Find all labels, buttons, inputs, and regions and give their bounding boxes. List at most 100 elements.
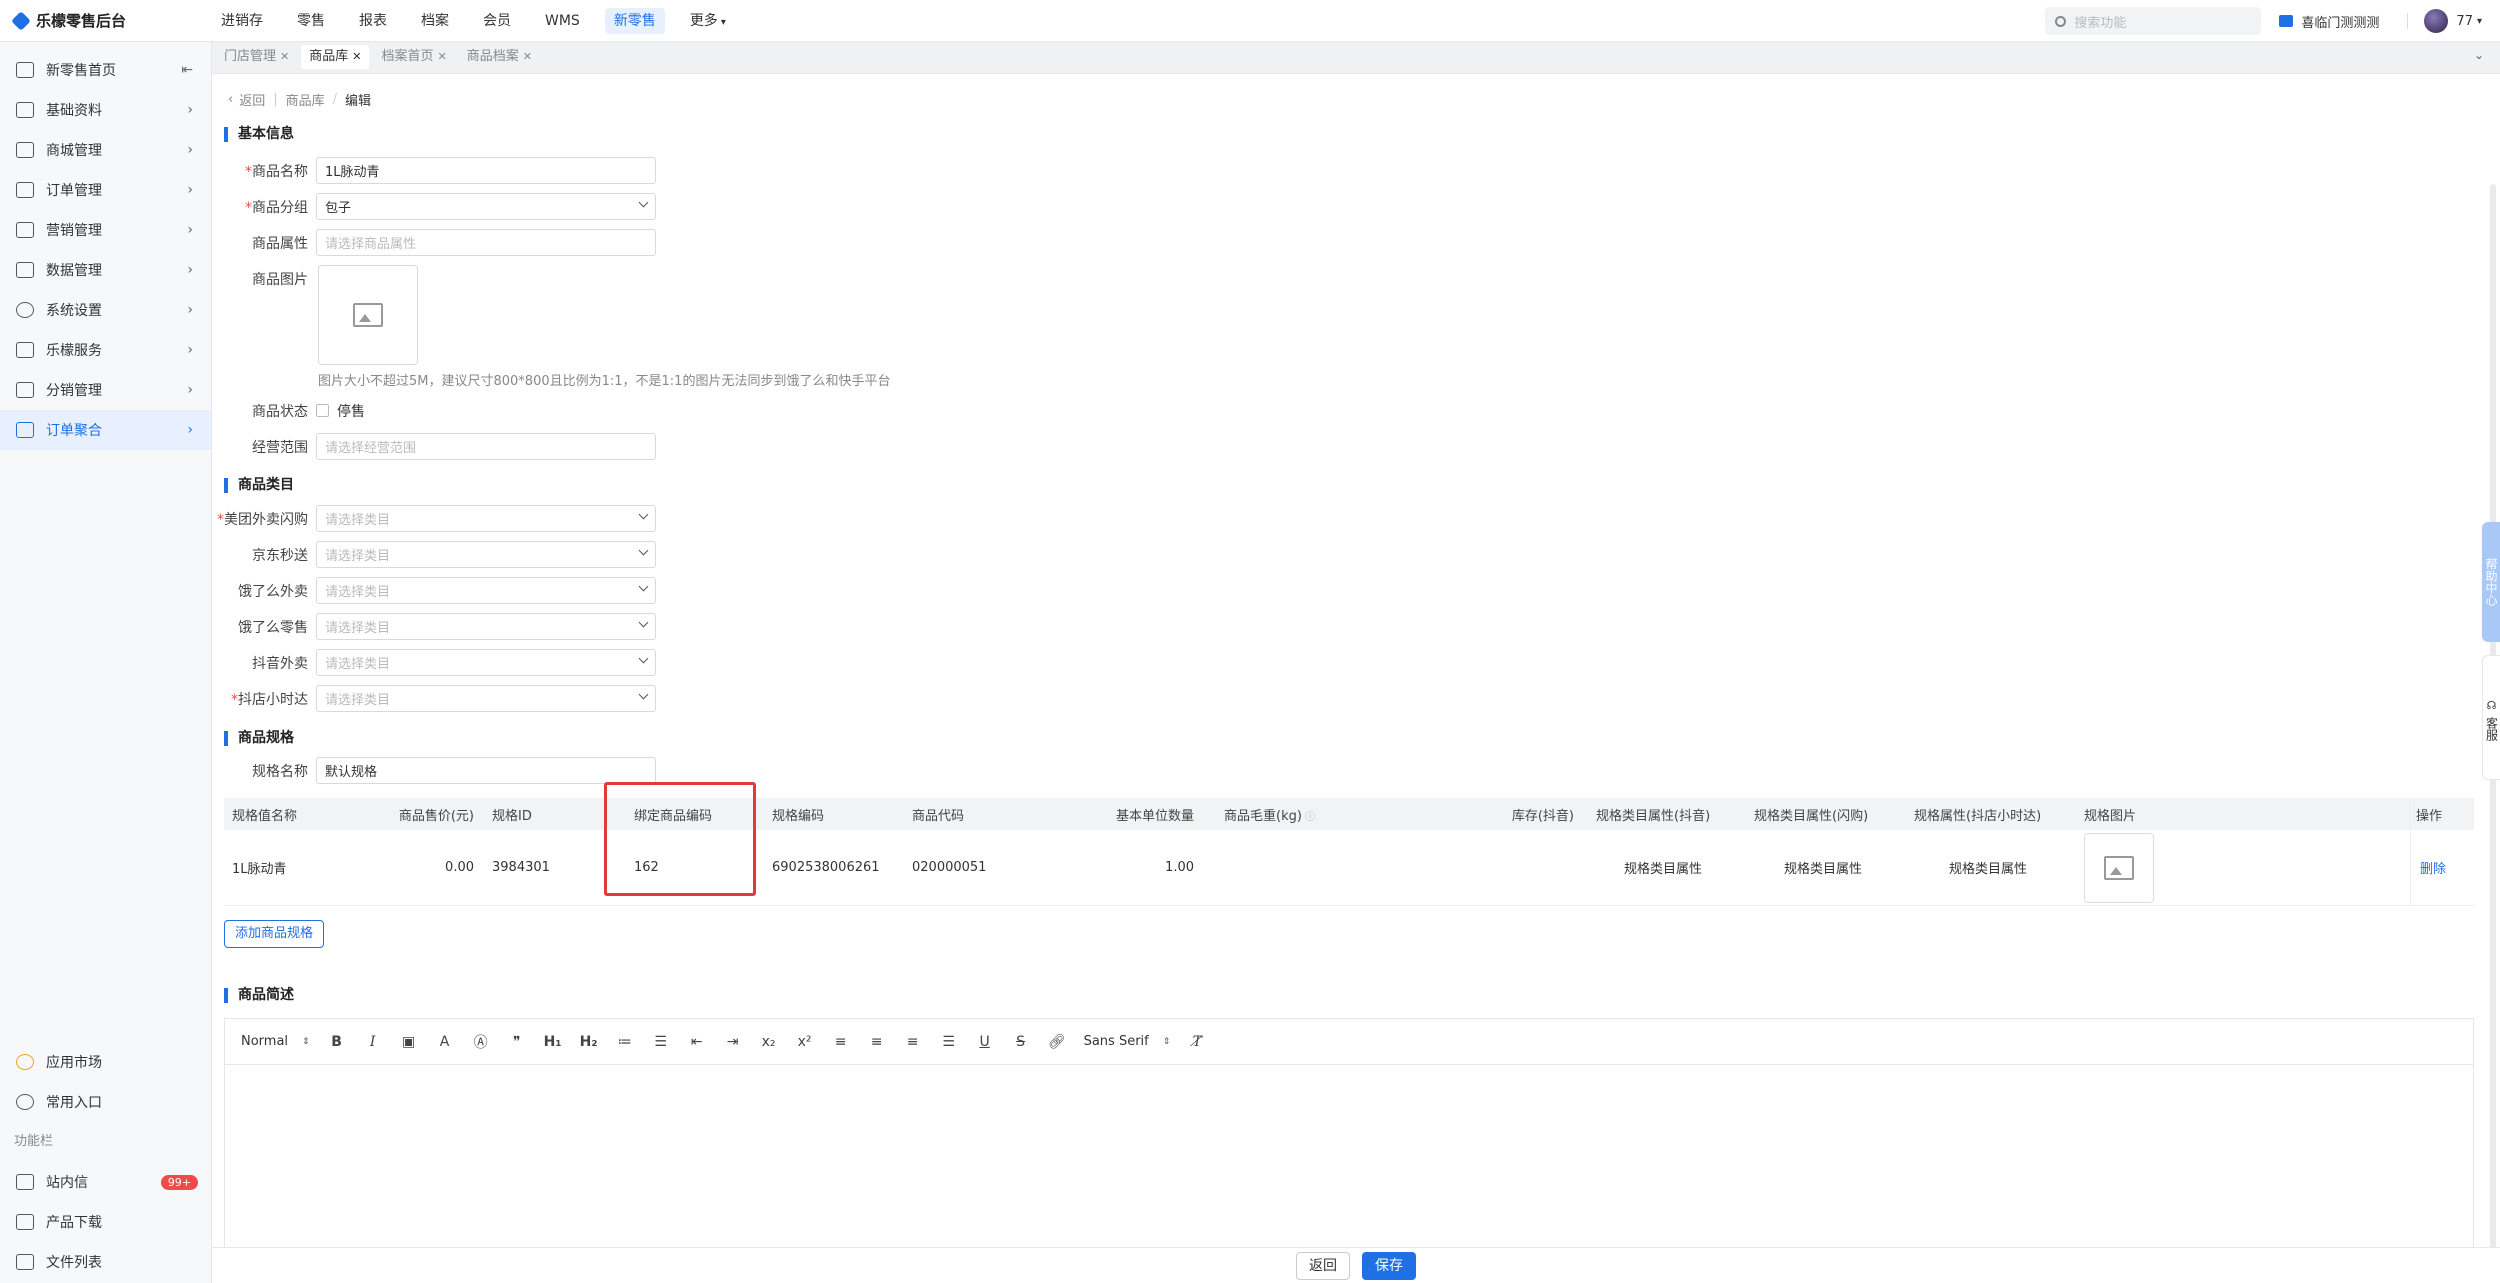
underline-icon[interactable]: U <box>972 1029 998 1055</box>
align-center-icon[interactable]: ≡ <box>864 1029 890 1055</box>
help-center-button[interactable]: 帮助中心 <box>2482 522 2500 642</box>
chevron-down-icon[interactable]: ⌄ <box>2474 48 2484 62</box>
nav-archives[interactable]: 档案 <box>412 8 458 34</box>
goods-attr-input[interactable]: 请选择商品属性 <box>316 229 656 256</box>
goods-group-select[interactable]: 包子 <box>316 193 656 220</box>
column-header: 商品代码 <box>912 808 965 824</box>
sidebar-item-services[interactable]: 乐檬服务 › <box>0 330 211 370</box>
subscript-icon[interactable]: x₂ <box>756 1029 782 1055</box>
heading1-button[interactable]: H₁ <box>540 1029 566 1055</box>
spec-image-upload[interactable] <box>2084 833 2154 903</box>
user-menu[interactable]: 77 ▾ <box>2424 9 2482 33</box>
nav-wms[interactable]: WMS <box>536 8 589 34</box>
sidebar-item-order-aggregate[interactable]: 订单聚合 › <box>0 410 211 450</box>
back-arrow-icon[interactable]: ‹ <box>228 92 233 107</box>
nav-retail[interactable]: 零售 <box>288 8 334 34</box>
sidebar-item-data[interactable]: 数据管理 › <box>0 250 211 290</box>
business-scope-input[interactable]: 请选择经营范围 <box>316 433 656 460</box>
clear-format-icon[interactable]: T̸ <box>1184 1029 1210 1055</box>
chevron-right-icon: › <box>187 302 193 318</box>
align-left-icon[interactable]: ≡ <box>828 1029 854 1055</box>
italic-button[interactable]: I <box>360 1029 386 1055</box>
bullet-list-icon[interactable]: ☰ <box>648 1029 674 1055</box>
sidebar-item-files[interactable]: 文件列表 <box>0 1242 212 1282</box>
ordered-list-icon[interactable]: ≔ <box>612 1029 638 1055</box>
attr-douyin-cell[interactable]: 规格类目属性 <box>1624 858 1702 877</box>
close-icon[interactable]: ✕ <box>437 50 446 63</box>
stop-sale-checkbox[interactable] <box>316 404 329 417</box>
breadcrumb-parent[interactable]: 商品库 <box>286 90 325 109</box>
spec-name-input[interactable]: 默认规格 <box>316 757 656 784</box>
goods-image-upload[interactable] <box>318 265 418 365</box>
sidebar-item-distribution[interactable]: 分销管理 › <box>0 370 211 410</box>
app-logo[interactable]: 乐檬零售后台 <box>0 10 212 31</box>
font-select[interactable]: Sans Serif ⇕ <box>1080 1034 1175 1049</box>
goods-name-input[interactable]: 1L脉动青 <box>316 157 656 184</box>
sidebar-item-basic-data[interactable]: 基础资料 › <box>0 90 211 130</box>
category-select-meituan[interactable]: 请选择类目 <box>316 505 656 532</box>
sidebar-item-new-retail-home[interactable]: 新零售首页 ⇤ <box>0 50 211 90</box>
section-description: 商品简述 <box>224 988 294 1003</box>
required-mark: * <box>231 691 238 708</box>
outdent-icon[interactable]: ⇤ <box>684 1029 710 1055</box>
sidebar-item-favorites[interactable]: 常用入口 <box>0 1082 212 1122</box>
sidebar-item-downloads[interactable]: 产品下载 <box>0 1202 212 1242</box>
attr-xiaoshida-cell[interactable]: 规格类目属性 <box>1949 858 2027 877</box>
tab-goods-archive[interactable]: 商品档案 ✕ <box>458 45 540 69</box>
superscript-icon[interactable]: x² <box>792 1029 818 1055</box>
strikethrough-icon[interactable]: S <box>1008 1029 1034 1055</box>
category-select-eleme-takeout[interactable]: 请选择类目 <box>316 577 656 604</box>
category-label: 饿了么零售 <box>238 619 308 636</box>
category-select-jd[interactable]: 请选择类目 <box>316 541 656 568</box>
goods-status-label: 商品状态 <box>252 403 308 420</box>
close-icon[interactable]: ✕ <box>523 50 532 63</box>
nav-more[interactable]: 更多 ▾ <box>681 8 735 34</box>
collapse-sidebar-icon[interactable]: ⇤ <box>181 62 193 78</box>
nav-reports[interactable]: 报表 <box>350 8 396 34</box>
indent-icon[interactable]: ⇥ <box>720 1029 746 1055</box>
quote-icon[interactable]: ❞ <box>504 1029 530 1055</box>
align-justify-icon[interactable]: ☰ <box>936 1029 962 1055</box>
background-color-icon[interactable]: Ⓐ <box>468 1029 494 1055</box>
nav-inventory[interactable]: 进销存 <box>212 8 272 34</box>
sidebar-item-orders[interactable]: 订单管理 › <box>0 170 211 210</box>
back-button[interactable]: 返回 <box>1296 1251 1350 1280</box>
store-switcher[interactable]: 喜临门测测测 <box>2279 12 2379 31</box>
category-select-eleme-retail[interactable]: 请选择类目 <box>316 613 656 640</box>
sidebar-item-settings[interactable]: 系统设置 › <box>0 290 211 330</box>
nav-new-retail[interactable]: 新零售 <box>604 7 665 34</box>
tab-store-management[interactable]: 门店管理 ✕ <box>216 45 298 69</box>
help-icon[interactable]: ⓘ <box>1305 812 1315 823</box>
breadcrumb-back[interactable]: 返回 <box>239 90 265 109</box>
business-scope-row: 经营范围 请选择经营范围 <box>216 433 656 460</box>
tab-label: 门店管理 <box>224 49 277 64</box>
sidebar-item-label: 站内信 <box>46 1175 88 1191</box>
sidebar-item-inbox[interactable]: 站内信 99+ <box>0 1162 212 1202</box>
sidebar-item-mall[interactable]: 商城管理 › <box>0 130 211 170</box>
top-nav: 进销存 零售 报表 档案 会员 WMS 新零售 更多 ▾ <box>212 0 751 42</box>
close-icon[interactable]: ✕ <box>352 50 361 63</box>
format-select[interactable]: Normal ⇕ <box>237 1034 314 1049</box>
category-select-doudian[interactable]: 请选择类目 <box>316 685 656 712</box>
save-button[interactable]: 保存 <box>1362 1251 1416 1280</box>
attr-shangou-cell[interactable]: 规格类目属性 <box>1784 858 1862 877</box>
close-icon[interactable]: ✕ <box>280 50 289 63</box>
bold-button[interactable]: B <box>324 1029 350 1055</box>
tab-goods-library[interactable]: 商品库 ✕ <box>301 45 370 69</box>
sidebar-item-app-market[interactable]: 应用市场 <box>0 1042 212 1082</box>
search-input[interactable]: 搜索功能 <box>2045 7 2262 35</box>
font-color-icon[interactable]: A <box>432 1029 458 1055</box>
add-spec-button[interactable]: 添加商品规格 <box>224 920 325 948</box>
sidebar-item-marketing[interactable]: 营销管理 › <box>0 210 211 250</box>
required-mark: * <box>245 163 252 180</box>
link-icon[interactable]: 🔗︎ <box>1044 1029 1070 1055</box>
tab-archive-home[interactable]: 档案首页 ✕ <box>373 45 455 69</box>
top-right: 搜索功能 喜临门测测测 77 ▾ <box>2045 0 2500 42</box>
delete-link[interactable]: 删除 <box>2420 858 2446 877</box>
nav-members[interactable]: 会员 <box>474 8 520 34</box>
heading2-button[interactable]: H₂ <box>576 1029 602 1055</box>
customer-service-button[interactable]: ☊ 客服 <box>2482 655 2500 780</box>
align-right-icon[interactable]: ≡ <box>900 1029 926 1055</box>
category-select-douyin[interactable]: 请选择类目 <box>316 649 656 676</box>
image-icon[interactable]: ▣ <box>396 1029 422 1055</box>
